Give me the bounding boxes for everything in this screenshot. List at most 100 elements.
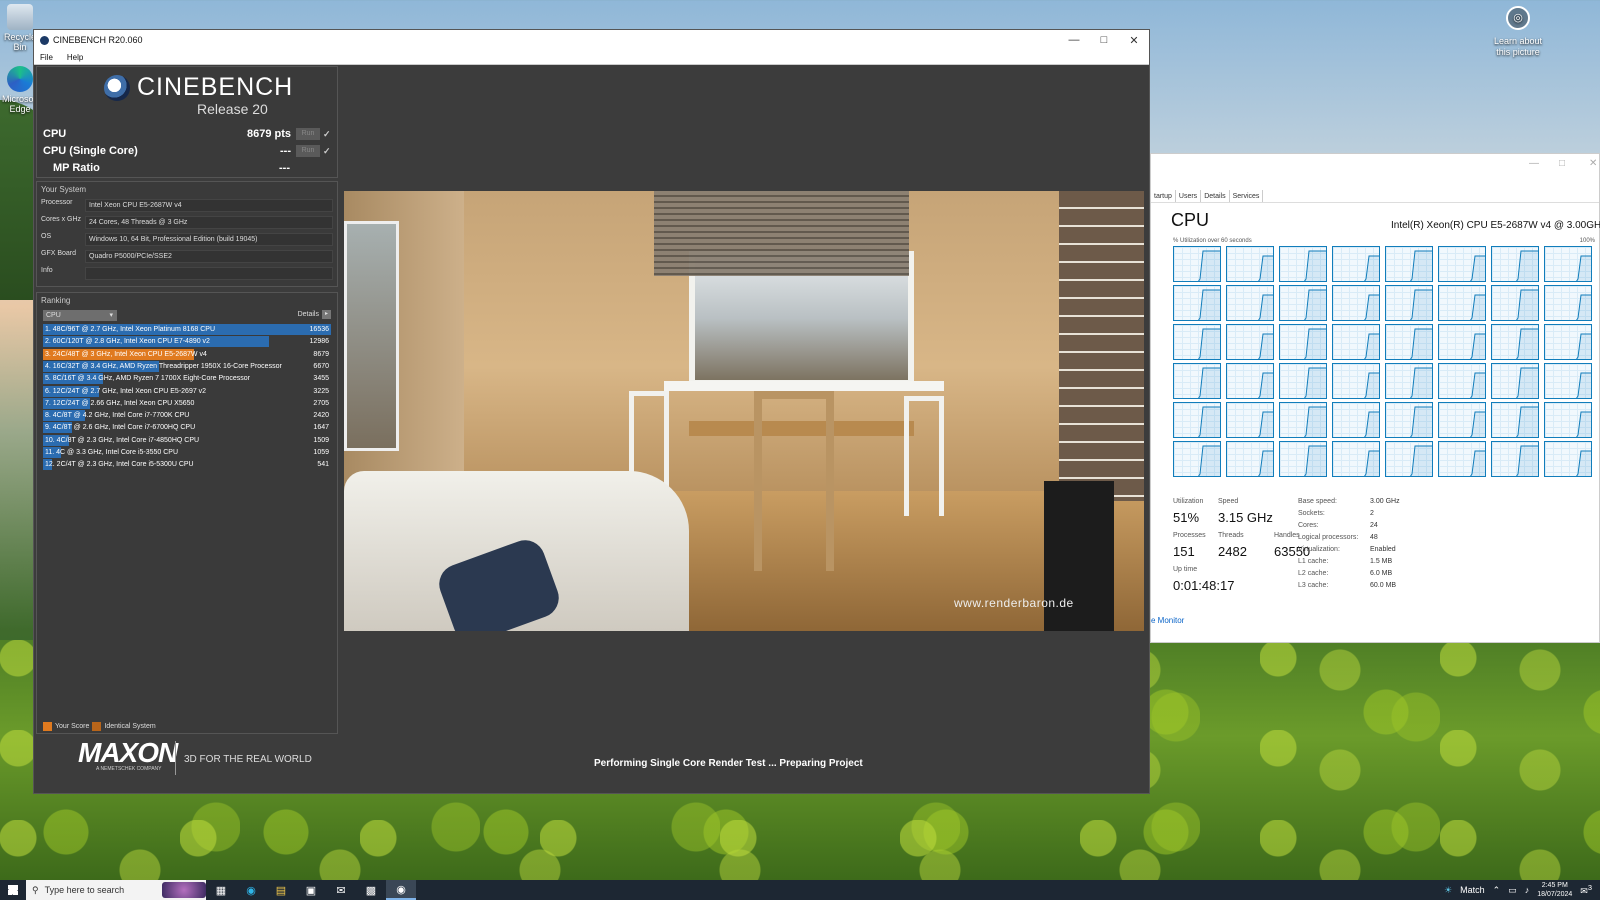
check-icon[interactable]: ✓ [323,146,333,157]
cpu-core-graph [1385,363,1433,399]
speed-value: 3.15 GHz [1218,510,1273,525]
cpu-core-graph [1544,402,1592,438]
edge-taskbar-icon[interactable]: ◉ [236,880,266,900]
tab-details[interactable]: Details [1201,190,1230,202]
resource-monitor-link[interactable]: e Monitor [1151,616,1184,625]
cpu-core-graph [1544,285,1592,321]
minimize-icon[interactable]: — [1529,158,1539,169]
ranking-row[interactable]: 7. 12C/24T @ 2.66 GHz, Intel Xeon CPU X5… [43,397,331,409]
details-button[interactable]: Details ▸ [298,310,331,319]
uptime-value: 0:01:48:17 [1173,578,1235,593]
ranking-row[interactable]: 9. 4C/8T @ 2.6 GHz, Intel Core i7-6700HQ… [43,422,331,434]
cpu-core-graph [1491,402,1539,438]
cpu-core-graph [1226,363,1274,399]
score-label: MP Ratio [53,162,100,174]
cpu-core-graph [1173,246,1221,282]
cpu-core-graph [1173,363,1221,399]
file-explorer-icon[interactable]: ▤ [266,880,296,900]
detail-l2-cache: L2 cache: 6.0 MB [1298,570,1393,577]
edge-icon [7,66,33,92]
task-view-icon[interactable]: ▦ [206,880,236,900]
cinebench-taskbar-icon[interactable]: ◉ [386,880,416,900]
minimize-icon[interactable]: — [1059,34,1089,47]
cpu-core-graph [1438,246,1486,282]
ranking-row[interactable]: 3. 24C/48T @ 3 GHz, Intel Xeon CPU E5-26… [43,348,331,360]
close-icon[interactable]: ✕ [1119,34,1149,47]
ranking-row[interactable]: 1. 48C/96T @ 2.7 GHz, Intel Xeon Platinu… [43,324,331,335]
ranking-row[interactable]: 10. 4C/8T @ 2.3 GHz, Intel Core i7-4850H… [43,434,331,446]
cpu-core-graph [1279,402,1327,438]
score-value: 8679 pts [246,128,291,140]
ranking-label: 10. 4C/8T @ 2.3 GHz, Intel Core i7-4850H… [45,436,200,444]
ranking-legend: Your Score Identical System [43,722,156,731]
check-icon[interactable]: ✓ [323,129,333,140]
ranking-score: 3225 [313,387,329,395]
system-row-info: Info [41,267,333,280]
render-sill [664,381,944,391]
ranking-panel: Ranking CPU ▾ Details ▸ 1. 48C/96T @ 2.7… [36,292,338,734]
maxon-divider [175,741,176,775]
cpu-core-graph [1491,324,1539,360]
detail-sockets: Sockets: 2 [1298,510,1374,517]
ranking-score: 2420 [313,412,329,420]
detail-cores: Cores: 24 [1298,522,1378,529]
weather-icon[interactable]: ☀ [1444,885,1452,896]
cpu-core-graph [1385,285,1433,321]
ranking-row[interactable]: 8. 4C/8T @ 4.2 GHz, Intel Core i7-7700K … [43,410,331,422]
score-row-mp-ratio: MP Ratio --- [53,160,333,176]
utilization-label: Utilization [1173,498,1204,505]
start-button[interactable] [0,880,26,900]
learn-about-picture[interactable]: ◎ Learn about this picture [1490,6,1546,58]
handles-label: Handles [1274,532,1300,539]
cinebench-window: CINEBENCH R20.060 — □ ✕ File Help CINEBE… [33,29,1150,794]
chevron-up-icon[interactable]: ⌃ [1493,885,1501,896]
cpu-core-graph [1491,363,1539,399]
clock[interactable]: 2:45 PM 18/07/2024 [1537,881,1572,899]
mail-icon[interactable]: ✉ [326,880,356,900]
run-button[interactable]: Run [296,145,320,157]
maximize-icon[interactable]: □ [1559,158,1565,169]
info-field[interactable] [85,267,333,280]
ranking-row[interactable]: 5. 8C/16T @ 3.4 GHz, AMD Ryzen 7 1700X E… [43,373,331,385]
menu-help[interactable]: Help [67,53,83,62]
processes-value: 151 [1173,544,1195,559]
render-viewport: www.renderbaron.de [344,191,1144,631]
ranking-row[interactable]: 11. 4C @ 3.3 GHz, Intel Core i5-3550 CPU… [43,447,331,458]
tab-users[interactable]: Users [1176,190,1202,202]
cpu-core-graph [1279,363,1327,399]
your-score-swatch [43,722,52,731]
notification-icon[interactable]: ✉3 [1580,883,1592,897]
cpu-core-graph [1279,285,1327,321]
task-manager-window: — □ ✕ tartup Users Details Services CPU … [1150,153,1600,643]
ranking-row[interactable]: 2. 60C/120T @ 2.8 GHz, Intel Xeon CPU E7… [43,336,331,348]
ranking-label: 9. 4C/8T @ 2.6 GHz, Intel Core i7-6700HQ… [45,424,196,432]
weather-label[interactable]: Match [1460,885,1485,895]
ranking-row[interactable]: 4. 16C/32T @ 3.4 GHz, AMD Ryzen Threadri… [43,360,331,372]
ranking-label: 2. 60C/120T @ 2.8 GHz, Intel Xeon CPU E7… [45,338,210,346]
store-icon[interactable]: ▣ [296,880,326,900]
run-button[interactable]: Run [296,128,320,140]
ranking-label: 6. 12C/24T @ 2.7 GHz, Intel Xeon CPU E5-… [45,387,207,395]
ranking-row[interactable]: 12. 2C/4T @ 2.3 GHz, Intel Core i5-5300U… [43,459,331,471]
ranking-label: 11. 4C @ 3.3 GHz, Intel Core i5-3550 CPU [45,449,179,456]
tab-startup[interactable]: tartup [1151,190,1176,202]
system-tray: ☀ Match ⌃ ▭ ♪ 2:45 PM 18/07/2024 ✉3 [1444,881,1600,899]
taskbar-search[interactable]: ⚲ Type here to search [26,880,206,900]
volume-icon[interactable]: ♪ [1525,885,1530,895]
render-left-window [344,221,399,451]
tab-services[interactable]: Services [1230,190,1264,202]
cpu-core-graph [1544,246,1592,282]
ranking-row[interactable]: 6. 12C/24T @ 2.7 GHz, Intel Xeon CPU E5-… [43,385,331,397]
detail-l3-cache: L3 cache: 60.0 MB [1298,582,1397,589]
menu-file[interactable]: File [40,53,53,62]
identical-system-swatch [92,722,102,731]
close-icon[interactable]: ✕ [1589,158,1597,169]
network-icon[interactable]: ▭ [1508,885,1517,896]
maximize-icon[interactable]: □ [1089,34,1119,47]
ranking-dropdown[interactable]: CPU ▾ [43,310,117,321]
ranking-score: 16536 [309,326,329,333]
task-manager-taskbar-icon[interactable]: ▩ [356,880,386,900]
cpu-core-graph [1385,441,1433,477]
system-row-processor: Processor Intel Xeon CPU E5-2687W v4 [41,199,333,212]
search-icon: ⚲ [32,884,39,895]
